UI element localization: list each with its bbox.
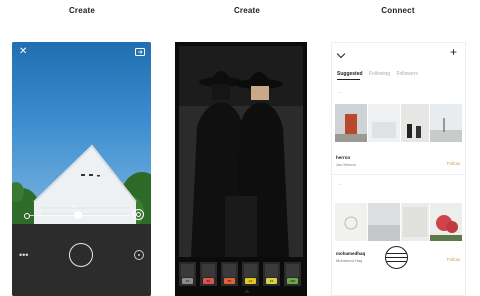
user-photo-thumbnail[interactable]	[401, 203, 429, 241]
filter-preset[interactable]: C1	[242, 262, 259, 286]
tab-indicator	[337, 79, 360, 80]
add-icon[interactable]: +	[450, 46, 457, 58]
filter-preset[interactable]: B5	[221, 262, 238, 286]
filter-preset[interactable]: A6	[179, 262, 196, 286]
user-photo-thumbnail[interactable]	[368, 104, 400, 142]
user-full-name: Jon Herron	[336, 162, 356, 167]
user-marker: —	[338, 181, 342, 186]
user-photo-thumbnail[interactable]	[368, 203, 400, 241]
switch-camera-icon[interactable]	[135, 47, 145, 59]
editor-screen: A6 B1 B5 C1 F2 HB2	[175, 42, 307, 296]
filter-preset[interactable]: F2	[263, 262, 280, 286]
connect-tabs: Suggested Following Followers	[337, 71, 423, 77]
user-marker: —	[338, 89, 342, 94]
active-filter-marker-icon	[244, 289, 250, 293]
filter-preset[interactable]: HB2	[284, 262, 301, 286]
user-photo-thumbnail[interactable]	[335, 104, 367, 142]
close-icon[interactable]: ✕	[19, 47, 27, 57]
filter-lines-icon[interactable]	[385, 246, 408, 269]
connect-screen: + Suggested Following Followers — herron…	[331, 42, 466, 296]
settings-circle-icon[interactable]	[134, 250, 144, 260]
camera-screen: ✕ 0.0 •••	[12, 42, 151, 296]
user-photo-thumbnail[interactable]	[430, 104, 462, 142]
exposure-reset-icon[interactable]	[133, 209, 144, 220]
user-username[interactable]: herron	[336, 155, 350, 160]
user-photo-thumbnail[interactable]	[430, 203, 462, 241]
tab-followers[interactable]: Followers	[396, 71, 417, 77]
filter-preset[interactable]: B1	[200, 262, 217, 286]
tab-suggested[interactable]: Suggested	[337, 71, 363, 77]
viewfinder-scene	[12, 144, 151, 224]
user-full-name: Mohamed Haq	[336, 258, 363, 263]
filter-strip: A6 B1 B5 C1 F2 HB2	[179, 260, 307, 292]
camera-controls-bar: •••	[12, 224, 151, 296]
chevron-down-icon[interactable]	[336, 49, 346, 59]
user-username[interactable]: mohamedhaq	[336, 251, 365, 256]
shutter-button[interactable]	[69, 243, 93, 267]
exposure-value: 0.0	[72, 204, 78, 209]
follow-button[interactable]: Follow	[447, 257, 460, 262]
user-photo-thumbnail[interactable]	[335, 203, 367, 241]
exposure-min-icon	[24, 213, 30, 219]
tab-following[interactable]: Following	[369, 71, 390, 77]
exposure-slider-knob[interactable]	[74, 211, 82, 219]
list-divider	[332, 174, 465, 175]
column-title-create-camera: Create	[68, 6, 96, 15]
column-title-create-editor: Create	[233, 6, 261, 15]
more-dots-icon[interactable]: •••	[19, 251, 28, 260]
follow-button[interactable]: Follow	[447, 161, 460, 166]
user-photo-thumbnail[interactable]	[401, 104, 429, 142]
editor-photo	[179, 46, 303, 257]
column-title-connect: Connect	[381, 6, 415, 15]
